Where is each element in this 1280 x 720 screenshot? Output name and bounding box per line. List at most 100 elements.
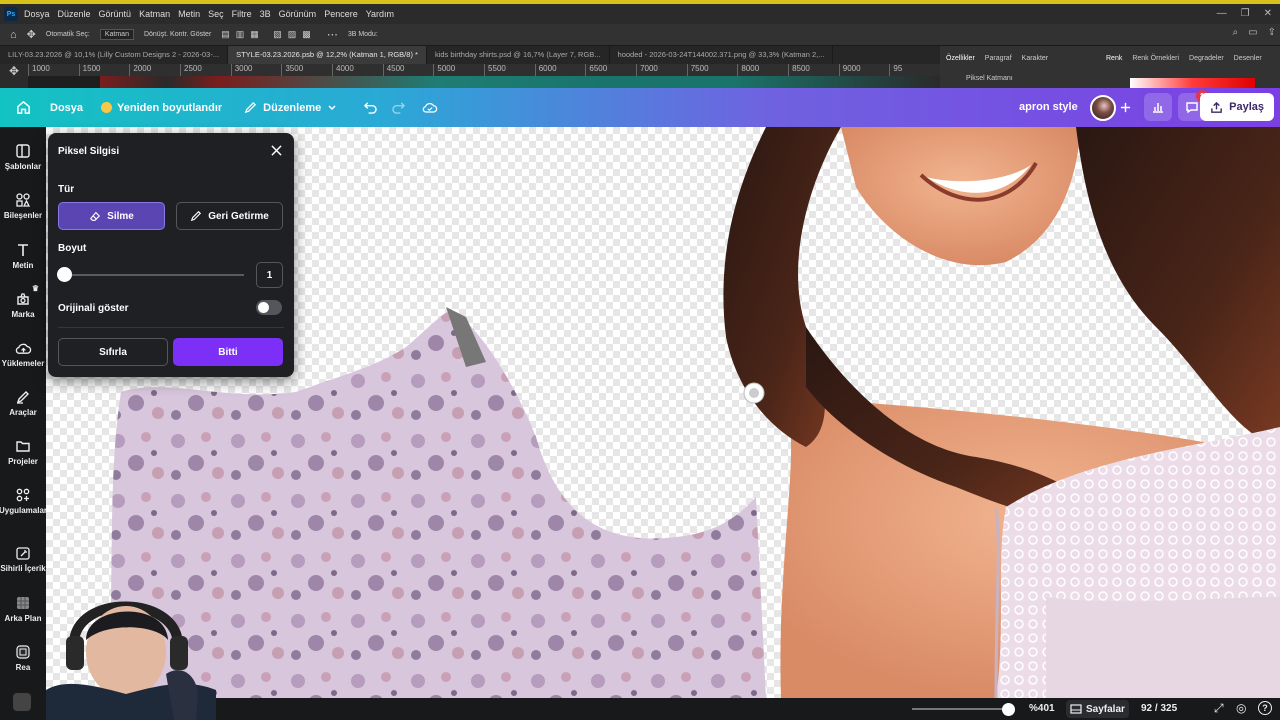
sidebar-item-templates[interactable]: Şablonlar [0,140,46,171]
ps-color-tab[interactable]: Renk Örnekleri [1132,55,1179,62]
ps-menu-edit[interactable]: Düzenle [58,9,91,19]
sidebar-item-background[interactable]: Arka Plan [0,592,46,623]
ruler-tick-label: 7500 [686,64,738,76]
ps-color-tab[interactable]: Degradeler [1189,55,1224,62]
ps-doc-tab[interactable]: LILY-03.23.2026 @ 10,1% (Lilly Custom De… [0,46,229,64]
share-button[interactable]: Paylaş [1200,93,1274,121]
resize-button[interactable]: Yeniden boyutlandır [101,102,222,114]
add-collaborator-button[interactable] [1118,96,1132,118]
show-original-toggle[interactable] [256,300,282,315]
design-title[interactable]: apron style [1019,101,1078,113]
cloud-save-button[interactable] [419,97,441,119]
sidebar-item-label: Metin [12,261,34,270]
sidebar-item-uploads[interactable]: Yüklemeler [0,337,46,368]
ps-color-tab[interactable]: Desenler [1234,55,1262,62]
ps-options-bar: ⌂ ✥ Otomatik Seç: Katman Dönüşt. Kontr. … [0,24,1280,46]
size-slider-thumb[interactable] [57,267,72,282]
sidebar-item-text[interactable]: Metin [0,239,46,270]
size-slider-track[interactable] [66,274,244,276]
ps-document-tabs: LILY-03.23.2026 @ 10,1% (Lilly Custom De… [0,46,940,64]
workspace-icon[interactable]: ▭ [1248,27,1257,38]
restore-icon[interactable]: ❐ [1241,8,1250,19]
ps-panel-tab[interactable]: Karakter [1022,55,1048,62]
sidebar-item-rea[interactable]: Rea [0,641,46,672]
done-label: Bitti [218,346,238,358]
zoom-slider-thumb[interactable] [1002,703,1015,716]
minimize-icon[interactable]: — [1217,8,1227,19]
zoom-slider-track[interactable] [912,708,1012,710]
ps-menu-layer[interactable]: Katman [139,9,170,19]
close-window-icon[interactable]: ✕ [1264,8,1272,19]
pages-button[interactable]: Sayfalar [1066,700,1129,718]
ps-menu-image[interactable]: Görüntü [99,9,132,19]
edit-mode-button[interactable]: Düzenleme [244,101,337,114]
close-panel-button[interactable] [268,142,284,158]
ps-menu-type[interactable]: Metin [178,9,200,19]
undo-button[interactable] [359,97,381,119]
ps-menu-3d[interactable]: 3B [260,9,271,19]
panel-divider [58,327,284,328]
redo-button[interactable] [387,97,409,119]
layer-select-dropdown[interactable]: Katman [99,29,134,40]
auto-select-checkbox[interactable]: Otomatik Seç: [46,31,90,38]
ruler-tick-label: 4500 [382,64,434,76]
share-icon[interactable]: ⇪ [1268,27,1276,38]
help-icon[interactable]: ? [1258,701,1272,715]
sidebar-item-label: Marka [11,310,35,319]
ruler-tick-label: 4000 [332,64,383,76]
cloud-check-icon [422,103,438,113]
file-menu-button[interactable]: Dosya [50,102,83,114]
sidebar-item-label: Arka Plan [4,614,42,623]
insights-button[interactable] [1144,93,1172,121]
avatar[interactable] [1090,95,1116,121]
ruler-tick-label: 3500 [281,64,332,76]
zoom-level[interactable]: %401 [1029,703,1055,714]
size-value-input[interactable]: 1 [256,262,283,288]
sidebar-item-magic[interactable]: Sihirli İçerik [0,542,46,573]
transform-controls-checkbox[interactable]: Dönüşt. Kontr. Göster [144,31,211,38]
ps-doc-tab[interactable]: kids birthday shirts.psd @ 16,7% (Layer … [427,46,610,64]
sidebar-item-elements[interactable]: Bileşenler [0,189,46,220]
ps-panel-tab[interactable]: Özellikler [946,55,975,62]
ps-menu-select[interactable]: Seç [208,9,224,19]
help-assistant-icon[interactable] [13,693,31,711]
search-icon[interactable]: ⌕ [1233,27,1239,38]
done-button[interactable]: Bitti [173,338,283,366]
ruler-tick-label: 2000 [129,64,180,76]
reset-label: Sıfırla [99,346,127,358]
sidebar-item-apps[interactable]: Uygulamalar [0,484,47,515]
sidebar-item-projects[interactable]: Projeler [0,435,46,466]
sidebar-item-brand[interactable]: ♛ Marka [0,284,46,319]
ps-menu-filter[interactable]: Filtre [232,9,252,19]
magic-icon [16,547,30,560]
ps-move-tool-icon[interactable]: ✥ [0,64,28,90]
fullscreen-icon[interactable]: ⤢ [1214,701,1224,716]
3d-mode-label: 3B Modu: [347,31,378,38]
check-circle-icon[interactable]: ◎ [1236,701,1246,715]
restore-mode-button[interactable]: Geri Getirme [176,202,283,230]
sidebar-item-draw[interactable]: Araçlar [0,386,46,417]
panel-title: Piksel Silgisi [58,146,120,157]
folder-icon [16,441,30,452]
ruler-tick-label: 1500 [78,64,130,76]
sidebar-item-label: Projeler [8,457,38,466]
home-icon[interactable]: ⌂ [10,29,17,41]
more-options-icon[interactable]: ⋯ [327,28,338,41]
ps-color-tab[interactable]: Renk [1106,55,1122,62]
ps-menu-help[interactable]: Yardım [366,9,394,19]
ps-menu-window[interactable]: Pencere [324,9,358,19]
home-button[interactable] [12,97,34,119]
erase-mode-button[interactable]: Silme [58,202,165,230]
ps-doc-tab[interactable]: hooded - 2026-03-24T144002.371.png @ 33,… [610,46,834,64]
ps-doc-tab-active[interactable]: STYLE-03.23.2026.psb @ 12,2% (Katman 1, … [228,46,427,64]
ps-panel-tab[interactable]: Paragraf [985,55,1012,62]
edit-mode-label: Düzenleme [263,101,322,114]
reset-button[interactable]: Sıfırla [58,338,168,366]
align-icons[interactable]: ▤▥▦ ▧▨▩ [221,29,317,40]
canva-bottom-bar: %401 Sayfalar 92 / 325 ⤢ ◎ ? [46,698,1280,720]
ps-menu-view[interactable]: Görünüm [279,9,317,19]
ps-menu-file[interactable]: Dosya [24,9,50,19]
brand-icon [17,293,29,305]
chevron-down-icon [328,104,336,110]
move-tool-icon[interactable]: ✥ [27,28,36,41]
